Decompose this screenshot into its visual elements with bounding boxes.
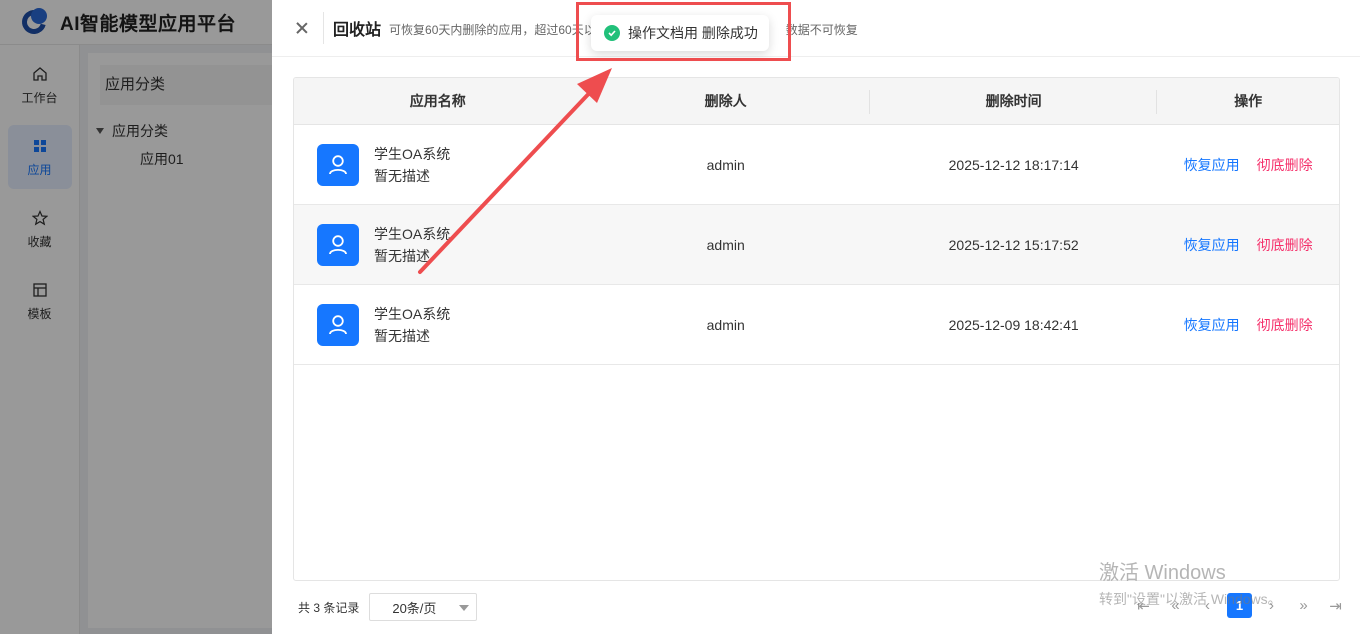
app-name: 学生OA系统 xyxy=(374,145,451,162)
divider xyxy=(323,12,324,44)
restore-app-link[interactable]: 恢复应用 xyxy=(1184,155,1240,175)
app-desc: 暂无描述 xyxy=(374,327,430,344)
app-cell: 学生OA系统 暂无描述 xyxy=(294,303,581,347)
table-header: 应用名称 删除人 删除时间 操作 xyxy=(294,78,1339,125)
delete-time-cell: 2025-12-12 15:17:52 xyxy=(948,236,1079,253)
app-cell: 学生OA系统 暂无描述 xyxy=(294,223,581,267)
column-header: 删除人 xyxy=(581,78,870,125)
deleter-cell: admin xyxy=(706,156,745,173)
actions-cell: 恢复应用 彻底删除 xyxy=(1157,315,1339,335)
next-group-icon[interactable]: » xyxy=(1291,593,1316,618)
permanent-delete-link[interactable]: 彻底删除 xyxy=(1257,235,1313,255)
column-header: 删除时间 xyxy=(870,78,1158,125)
chevron-down-icon xyxy=(459,605,470,611)
column-header: 应用名称 xyxy=(409,92,466,109)
table-row: 学生OA系统 暂无描述 admin 2025-12-09 18:42:41 恢复应… xyxy=(294,285,1339,365)
drawer-title: 回收站 xyxy=(333,22,382,39)
deleter-cell: admin xyxy=(706,236,745,253)
drawer-header: 回收站 可恢复60天内删除的应用，超过60天以 数据不可恢复 xyxy=(272,0,1360,57)
app-name: 学生OA系统 xyxy=(374,305,451,322)
app-cell: 学生OA系统 暂无描述 xyxy=(294,143,581,187)
last-page-icon[interactable]: ⇥ xyxy=(1323,593,1348,618)
recycle-table: 应用名称 删除人 删除时间 操作 学生OA系统 暂无描述 admin 2025-1… xyxy=(293,77,1340,581)
actions-cell: 恢复应用 彻底删除 xyxy=(1157,155,1339,175)
annotation-highlight-box xyxy=(576,2,791,61)
close-icon[interactable] xyxy=(292,18,312,38)
app-name: 学生OA系统 xyxy=(374,225,451,242)
user-avatar-icon xyxy=(317,303,359,346)
deleter-cell: admin xyxy=(706,316,745,333)
app-desc: 暂无描述 xyxy=(374,247,430,264)
user-avatar-icon xyxy=(317,223,359,266)
permanent-delete-link[interactable]: 彻底删除 xyxy=(1257,155,1313,175)
page-size-select[interactable]: 20条/页 xyxy=(369,593,478,621)
column-header: 操作 xyxy=(1234,92,1263,109)
recycle-bin-drawer: 回收站 可恢复60天内删除的应用，超过60天以 数据不可恢复 应用名称 删除人 删… xyxy=(272,0,1360,634)
delete-time-cell: 2025-12-09 18:42:41 xyxy=(948,316,1079,333)
table-row: 学生OA系统 暂无描述 admin 2025-12-12 18:17:14 恢复应… xyxy=(294,125,1339,205)
restore-app-link[interactable]: 恢复应用 xyxy=(1184,315,1240,335)
delete-time-cell: 2025-12-12 18:17:14 xyxy=(948,156,1079,173)
total-records: 共 3 条记录 xyxy=(298,600,360,615)
windows-activation-watermark: 激活 Windows 转到"设置"以激活 Windows。 xyxy=(1099,562,1282,607)
restore-app-link[interactable]: 恢复应用 xyxy=(1184,235,1240,255)
table-row: 学生OA系统 暂无描述 admin 2025-12-12 15:17:52 恢复应… xyxy=(294,205,1339,285)
app-desc: 暂无描述 xyxy=(374,167,430,184)
permanent-delete-link[interactable]: 彻底删除 xyxy=(1257,315,1313,335)
actions-cell: 恢复应用 彻底删除 xyxy=(1157,235,1339,255)
user-avatar-icon xyxy=(317,143,359,186)
